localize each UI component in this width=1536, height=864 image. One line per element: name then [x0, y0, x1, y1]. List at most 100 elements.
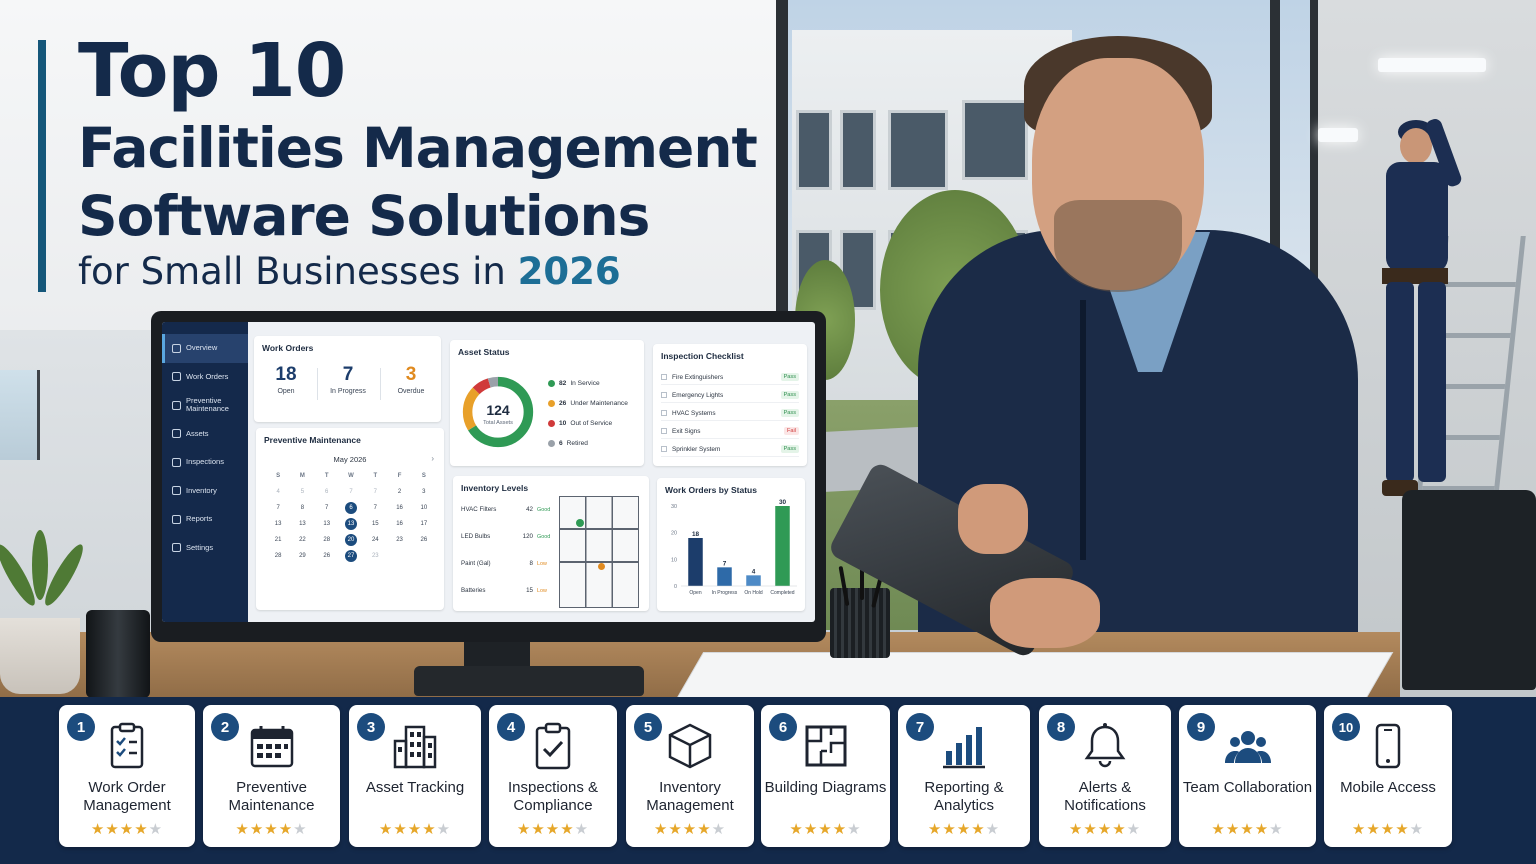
inventory-levels-card: Inventory Levels HVAC Filters 42 Good LED B…	[453, 476, 649, 611]
package-icon	[668, 723, 712, 769]
feature-card[interactable]: 4 Inspections & Compliance ★★★★★	[489, 705, 617, 847]
feature-card[interactable]: 6 Building Diagrams ★★★★★	[761, 705, 890, 847]
calendar-day[interactable]: 15	[363, 518, 387, 530]
checklist-item-name: Fire Extinguishers	[672, 373, 724, 381]
feature-card[interactable]: 5 Inventory Management ★★★★★	[626, 705, 754, 847]
star-icon: ★	[1395, 821, 1410, 838]
calendar-day[interactable]: 6	[339, 502, 363, 514]
legend-dot	[548, 420, 555, 427]
calendar-day[interactable]: 17	[412, 518, 436, 530]
sidebar-item[interactable]: Inventory	[162, 477, 248, 506]
chevron-right-icon[interactable]: ›	[431, 454, 434, 463]
total-assets-value: 124	[486, 402, 510, 418]
feature-card[interactable]: 1 Work Order Management ★★★★★	[59, 705, 195, 847]
star-icon: ★	[1112, 821, 1127, 838]
calendar-day[interactable]: 22	[290, 534, 314, 546]
travel-mug	[86, 610, 150, 698]
checklist-row: Sprinkler System Pass	[661, 442, 799, 457]
feature-label: Reporting & Analytics	[924, 779, 1004, 814]
calendar-day[interactable]: 13	[266, 518, 290, 530]
calendar-day[interactable]: 16	[387, 518, 411, 530]
calendar-day[interactable]: 13	[339, 518, 363, 530]
star-icon: ★	[832, 821, 848, 838]
scheduled-day: 27	[344, 550, 357, 562]
star-rating: ★★★★★	[626, 820, 754, 838]
calendar-day[interactable]: 13	[315, 518, 339, 530]
calendar-day[interactable]: 13	[290, 518, 314, 530]
checklist-item-name: Emergency Lights	[672, 391, 724, 399]
checkbox[interactable]	[661, 392, 667, 398]
man-beard	[1054, 200, 1182, 292]
feature-card[interactable]: 3 Asset Tracking ★★★★★	[349, 705, 481, 847]
checkbox[interactable]	[661, 428, 667, 434]
star-rating: ★★★★★	[489, 820, 617, 838]
checkbox[interactable]	[661, 374, 667, 380]
calendar-day[interactable]: 28	[315, 534, 339, 546]
calendar-day[interactable]: 8	[290, 502, 314, 514]
sidebar-item[interactable]: Overview	[162, 334, 248, 363]
calendar-day[interactable]: 7	[315, 502, 339, 514]
feature-card[interactable]: 9 Team Collaboration ★★★★★	[1179, 705, 1316, 847]
star-rating: ★★★★★	[1039, 820, 1171, 838]
star-icon: ★	[711, 821, 727, 838]
ceiling-light	[1378, 58, 1486, 72]
feature-card[interactable]: 7 Reporting & Analytics ★★★★★	[898, 705, 1030, 847]
star-icon: ★	[803, 821, 819, 838]
sidebar-item[interactable]: Assets	[162, 420, 248, 449]
sidebar-item-label: Inventory	[186, 485, 217, 495]
calendar-day[interactable]	[412, 550, 436, 562]
calendar-day[interactable]: 5	[290, 486, 314, 498]
lanyard	[1080, 300, 1086, 560]
legend-dot	[548, 440, 555, 447]
calendar-day[interactable]: 26	[412, 534, 436, 546]
feature-card[interactable]: 8 Alerts & Notifications ★★★★★	[1039, 705, 1171, 847]
calendar-day[interactable]: 23	[363, 550, 387, 562]
calendar-day[interactable]: 16	[387, 502, 411, 514]
sidebar-item[interactable]: Work Orders	[162, 363, 248, 392]
checkbox[interactable]	[661, 410, 667, 416]
ceiling-light	[1318, 128, 1358, 142]
star-icon: ★	[545, 821, 561, 838]
calendar-day[interactable]: 4	[266, 486, 290, 498]
hand	[958, 484, 1028, 554]
plant-pot	[0, 618, 80, 694]
calendar-day[interactable]: 23	[387, 534, 411, 546]
star-icon: ★	[668, 821, 683, 838]
feature-label: Work Order Management	[83, 779, 171, 814]
calendar-day[interactable]: 29	[290, 550, 314, 562]
star-rating: ★★★★★	[898, 820, 1030, 838]
feature-card[interactable]: 10 Mobile Access ★★★★★	[1324, 705, 1452, 847]
calendar-day[interactable]: 7	[363, 486, 387, 498]
calendar-day[interactable]	[387, 550, 411, 562]
sidebar-item[interactable]: Preventive Maintenance	[162, 391, 248, 420]
calendar-day[interactable]: 21	[266, 534, 290, 546]
calendar-day[interactable]: 7	[339, 486, 363, 498]
feature-card[interactable]: 2 Preventive Maintenance ★★★★★	[203, 705, 340, 847]
feature-number-badge: 6	[769, 713, 797, 741]
weekday-label: T	[324, 473, 329, 479]
calendar-day[interactable]: 10	[412, 502, 436, 514]
hand	[990, 578, 1100, 648]
y-tick-label: 0	[674, 584, 677, 590]
sidebar-item[interactable]: Settings	[162, 534, 248, 563]
calendar-day[interactable]: 7	[266, 502, 290, 514]
calendar-day[interactable]: 2	[387, 486, 411, 498]
inventory-row: Paint (Gal) 8 Low	[461, 560, 553, 567]
calendar-day[interactable]: 7	[363, 502, 387, 514]
sidebar-item-label: Work Orders	[186, 371, 229, 381]
calendar-day[interactable]: 3	[412, 486, 436, 498]
calendar-day[interactable]: 20	[339, 534, 363, 546]
calendar-day[interactable]: 27	[339, 550, 363, 562]
legend-item: 10 Out of Service	[548, 420, 612, 427]
star-icon: ★	[942, 821, 957, 838]
calendar-day[interactable]: 28	[266, 550, 290, 562]
checkbox[interactable]	[661, 446, 667, 452]
feature-number-badge: 1	[67, 713, 95, 741]
calendar-day[interactable]: 24	[363, 534, 387, 546]
checklist-row: Fire Extinguishers Pass	[661, 370, 799, 385]
sidebar-item[interactable]: Inspections	[162, 448, 248, 477]
calendar-day[interactable]: 6	[315, 486, 339, 498]
calendar-day[interactable]: 26	[315, 550, 339, 562]
sidebar-item[interactable]: Reports	[162, 505, 248, 534]
checklist-row: Emergency Lights Pass	[661, 388, 799, 403]
